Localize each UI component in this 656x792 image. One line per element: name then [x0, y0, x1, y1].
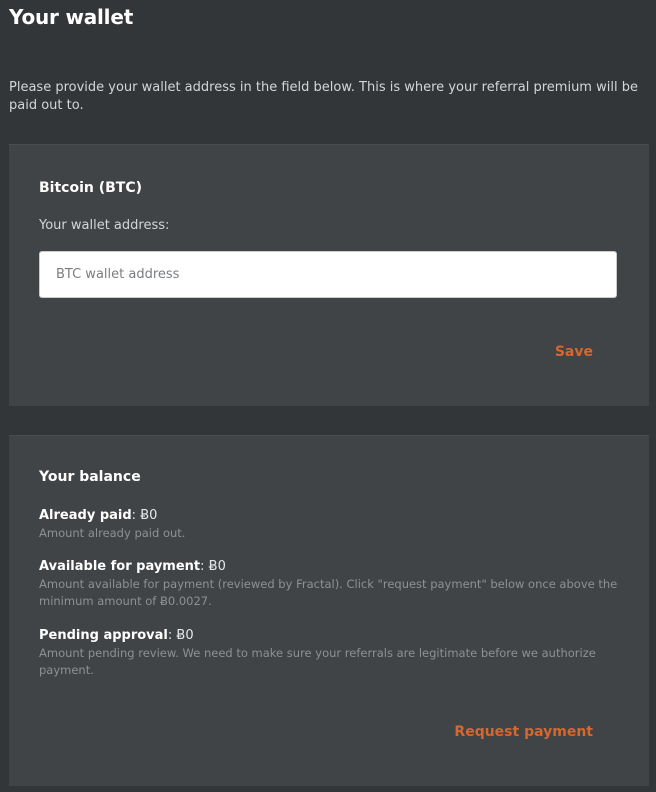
- balance-description: Amount pending review. We need to make s…: [39, 646, 596, 677]
- wallet-address-label: Your wallet address:: [39, 218, 170, 233]
- wallet-page: Your wallet Please provide your wallet a…: [0, 0, 656, 792]
- request-payment-button[interactable]: Request payment: [454, 724, 593, 740]
- btc-card-heading: Bitcoin (BTC): [39, 180, 143, 196]
- balance-item-already-paid: Already paid: Ƀ0 Amount already paid out…: [39, 507, 619, 542]
- balance-value: Ƀ0: [140, 508, 158, 523]
- balance-label: Pending approval: [39, 628, 168, 643]
- label-separator: :: [200, 559, 209, 574]
- btc-wallet-card: Bitcoin (BTC) Your wallet address: Save: [9, 144, 649, 406]
- label-separator: :: [131, 508, 141, 523]
- balance-label: Available for payment: [39, 559, 201, 574]
- balance-value: Ƀ0: [176, 628, 194, 643]
- balance-item-available: Available for payment: Ƀ0 Amount availab…: [39, 558, 619, 610]
- balance-line: Already paid: Ƀ0: [39, 507, 619, 525]
- page-title: Your wallet: [9, 5, 134, 29]
- balance-line: Available for payment: Ƀ0: [39, 558, 619, 576]
- balance-description: Amount available for payment (reviewed b…: [39, 577, 618, 608]
- balance-description: Amount already paid out.: [39, 526, 186, 540]
- balance-item-pending: Pending approval: Ƀ0 Amount pending revi…: [39, 627, 619, 679]
- balance-card: Your balance Already paid: Ƀ0 Amount alr…: [9, 435, 649, 786]
- balance-line: Pending approval: Ƀ0: [39, 627, 619, 645]
- balance-value: Ƀ0: [208, 559, 226, 574]
- save-button[interactable]: Save: [555, 344, 593, 360]
- intro-text: Please provide your wallet address in th…: [9, 80, 638, 113]
- balance-card-heading: Your balance: [39, 469, 141, 485]
- balance-label: Already paid: [39, 508, 132, 523]
- btc-wallet-address-input[interactable]: [39, 251, 617, 298]
